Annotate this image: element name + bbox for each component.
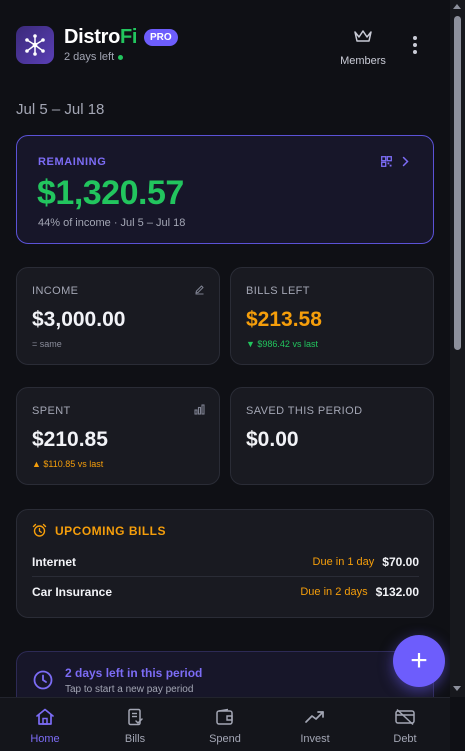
remaining-value: $1,320.57 <box>37 174 184 212</box>
bottom-nav: Home Bills Spend Invest Debt <box>0 697 450 751</box>
bills-left-card[interactable]: BILLS LEFT $213.58 ▼ $986.42 vs last <box>230 267 434 365</box>
bills-left-comparison: ▼ $986.42 vs last <box>246 339 318 349</box>
wallet-icon <box>216 708 233 725</box>
remaining-actions <box>381 156 409 167</box>
nav-item-debt[interactable]: Debt <box>360 698 450 751</box>
trending-up-icon <box>305 711 324 723</box>
nav-label: Invest <box>300 733 330 745</box>
remaining-label: REMAINING <box>38 156 107 168</box>
bar-chart-icon[interactable] <box>194 404 205 415</box>
nav-label: Bills <box>124 733 146 745</box>
bill-row[interactable]: Car Insurance Due in 2 days $132.00 <box>32 580 419 604</box>
spent-card[interactable]: SPENT $210.85 ▲ $110.85 vs last <box>16 387 220 485</box>
bills-left-value: $213.58 <box>246 308 322 331</box>
period-range: Jul 5 – Jul 18 <box>16 101 105 118</box>
nav-item-home[interactable]: Home <box>0 698 90 751</box>
saved-card[interactable]: SAVED THIS PERIOD $0.00 <box>230 387 434 485</box>
days-left-text: 2 days left <box>64 51 115 63</box>
nav-item-bills[interactable]: Bills <box>90 698 180 751</box>
nav-label: Debt <box>393 733 417 745</box>
nav-label: Spend <box>209 733 241 745</box>
bill-name: Car Insurance <box>32 585 113 599</box>
bill-row[interactable]: Internet Due in 1 day $70.00 <box>32 550 419 574</box>
dot-icon <box>413 36 417 40</box>
scrollbar[interactable] <box>450 0 465 697</box>
pro-badge: PRO <box>144 29 178 46</box>
brand-accent: Fi <box>119 26 138 48</box>
clock-icon <box>33 670 53 690</box>
bill-amount: $132.00 <box>375 585 419 599</box>
nav-item-spend[interactable]: Spend <box>180 698 270 751</box>
remaining-subtitle: 44% of income · Jul 5 – Jul 18 <box>38 217 186 229</box>
header: DistroFi PRO 2 days left Members <box>16 26 438 68</box>
app-brand: DistroFi <box>64 26 137 49</box>
income-label: INCOME <box>32 285 79 297</box>
home-icon <box>36 708 54 725</box>
bill-name: Internet <box>32 555 77 569</box>
spent-value: $210.85 <box>32 428 108 451</box>
more-menu-button[interactable] <box>410 36 420 56</box>
nav-item-invest[interactable]: Invest <box>270 698 360 751</box>
scroll-down-arrow-icon[interactable] <box>453 686 461 691</box>
income-comparison: = same <box>32 339 62 349</box>
bill-due: Due in 1 day <box>312 556 375 568</box>
credit-card-off-icon <box>395 708 415 726</box>
saved-value: $0.00 <box>246 428 299 451</box>
bills-icon <box>128 708 143 726</box>
members-label: Members <box>340 55 386 67</box>
saved-label: SAVED THIS PERIOD <box>246 405 363 417</box>
divider <box>32 576 419 577</box>
dot-icon <box>413 50 417 54</box>
spent-label: SPENT <box>32 405 71 417</box>
notice-subtitle: Tap to start a new pay period <box>65 684 194 695</box>
chevron-right-icon[interactable] <box>402 156 409 167</box>
status-dot <box>118 54 124 60</box>
scroll-up-arrow-icon[interactable] <box>453 4 461 9</box>
crown-icon <box>354 30 372 42</box>
app-screen: DistroFi PRO 2 days left Members Jul 5 –… <box>0 0 450 751</box>
nav-label: Home <box>30 733 60 745</box>
bill-amount: $70.00 <box>382 555 419 569</box>
spent-comparison: ▲ $110.85 vs last <box>32 459 104 469</box>
days-left-status: 2 days left <box>64 51 124 63</box>
add-button[interactable]: + <box>393 635 445 687</box>
upcoming-bills-title: UPCOMING BILLS <box>55 524 166 538</box>
income-card[interactable]: INCOME $3,000.00 = same <box>16 267 220 365</box>
scrollbar-thumb[interactable] <box>454 16 461 350</box>
members-button[interactable]: Members <box>338 28 388 67</box>
circuit-logo-icon <box>25 34 45 56</box>
brand-main: Distro <box>64 26 120 48</box>
remaining-card[interactable]: REMAINING $1,320.57 44% of income · Jul … <box>16 135 434 244</box>
edit-icon[interactable] <box>194 284 205 295</box>
alarm-icon <box>32 523 47 537</box>
bills-left-label: BILLS LEFT <box>246 285 310 297</box>
dot-icon <box>413 43 417 47</box>
notice-title: 2 days left in this period <box>65 666 203 680</box>
qr-code-icon[interactable] <box>381 156 392 167</box>
app-logo <box>16 26 54 64</box>
income-value: $3,000.00 <box>32 308 126 331</box>
upcoming-bills-card: UPCOMING BILLS Internet Due in 1 day $70… <box>16 509 434 618</box>
bill-due: Due in 2 days <box>300 586 368 598</box>
